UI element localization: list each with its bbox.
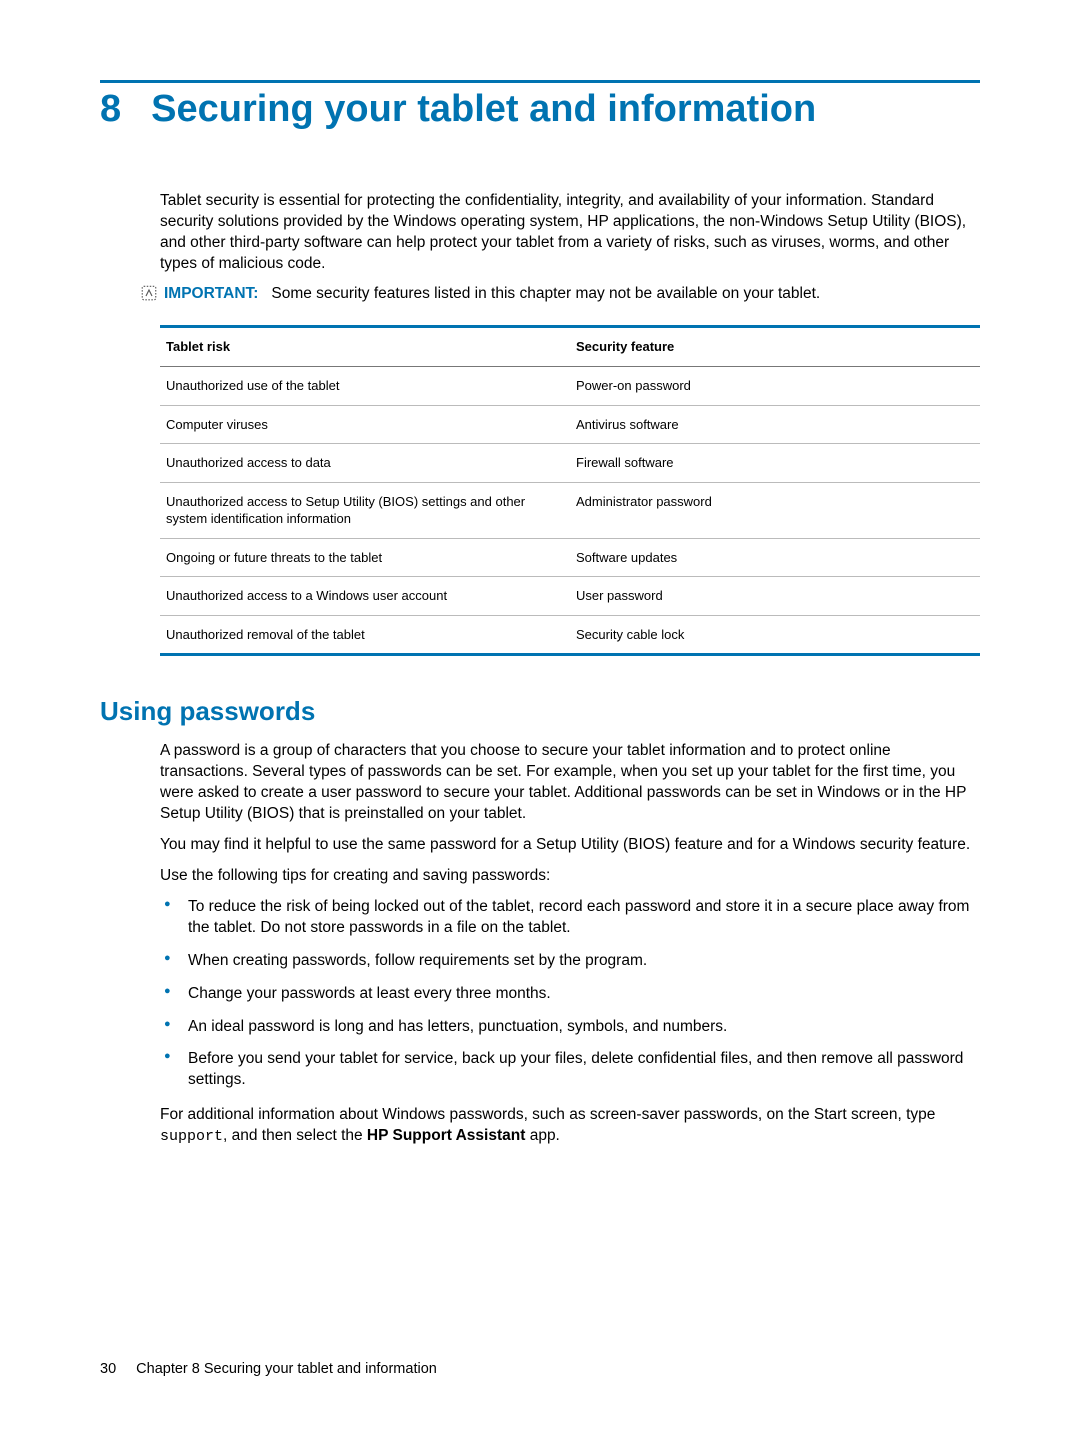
section-p4: For additional information about Windows… [160,1105,980,1147]
list-item: An ideal password is long and has letter… [160,1017,980,1038]
section-p1: A password is a group of characters that… [160,741,980,825]
cell-feature: Firewall software [570,444,980,483]
list-item: Change your passwords at least every thr… [160,984,980,1005]
p4-pre: For additional information about Windows… [160,1106,935,1123]
p4-bold-app: HP Support Assistant [367,1127,525,1144]
p4-post: app. [525,1127,559,1144]
page-container: 8 Securing your tablet and information T… [0,0,1080,1437]
important-label: IMPORTANT: [164,285,258,302]
col-header-feature: Security feature [570,327,980,367]
section-p3: Use the following tips for creating and … [160,866,980,887]
list-item: When creating passwords, follow requirem… [160,951,980,972]
table-row: Unauthorized access to data Firewall sof… [160,444,980,483]
important-body: Some security features listed in this ch… [271,285,820,302]
table-row: Unauthorized access to Setup Utility (BI… [160,482,980,538]
table-row: Unauthorized use of the tablet Power-on … [160,366,980,405]
cell-risk: Unauthorized use of the tablet [160,366,570,405]
important-note: IMPORTANT: Some security features listed… [140,284,980,309]
section-p2: You may find it helpful to use the same … [160,835,980,856]
cell-feature: Administrator password [570,482,980,538]
cell-risk: Unauthorized access to data [160,444,570,483]
chapter-number: 8 [100,90,121,128]
cell-risk: Ongoing or future threats to the tablet [160,538,570,577]
important-icon [140,284,158,309]
cell-risk: Computer viruses [160,405,570,444]
page-number: 30 [100,1361,116,1377]
section-body: A password is a group of characters that… [160,741,980,1147]
table-header-row: Tablet risk Security feature [160,327,980,367]
table-row: Computer viruses Antivirus software [160,405,980,444]
chapter-top-rule [100,80,980,83]
important-text: IMPORTANT: Some security features listed… [164,284,820,305]
chapter-title: Securing your tablet and information [151,89,816,131]
footer-text: Chapter 8 Securing your tablet and infor… [136,1361,437,1377]
body-content: Tablet security is essential for protect… [160,191,980,657]
cell-feature: Antivirus software [570,405,980,444]
section-heading-using-passwords: Using passwords [100,696,980,727]
page-footer: 30 Chapter 8 Securing your tablet and in… [100,1361,437,1377]
intro-paragraph: Tablet security is essential for protect… [160,191,980,275]
cell-risk: Unauthorized access to a Windows user ac… [160,577,570,616]
cell-feature: Power-on password [570,366,980,405]
table-row: Unauthorized access to a Windows user ac… [160,577,980,616]
list-item: Before you send your tablet for service,… [160,1049,980,1091]
cell-feature: Security cable lock [570,615,980,655]
cell-risk: Unauthorized access to Setup Utility (BI… [160,482,570,538]
table-row: Unauthorized removal of the tablet Secur… [160,615,980,655]
cell-risk: Unauthorized removal of the tablet [160,615,570,655]
p4-code: support [160,1128,223,1145]
cell-feature: Software updates [570,538,980,577]
cell-feature: User password [570,577,980,616]
p4-mid: , and then select the [223,1127,367,1144]
col-header-risk: Tablet risk [160,327,570,367]
risk-table: Tablet risk Security feature Unauthorize… [160,325,980,656]
chapter-heading: 8 Securing your tablet and information [100,89,980,131]
list-item: To reduce the risk of being locked out o… [160,897,980,939]
tips-list: To reduce the risk of being locked out o… [160,897,980,1091]
table-row: Ongoing or future threats to the tablet … [160,538,980,577]
